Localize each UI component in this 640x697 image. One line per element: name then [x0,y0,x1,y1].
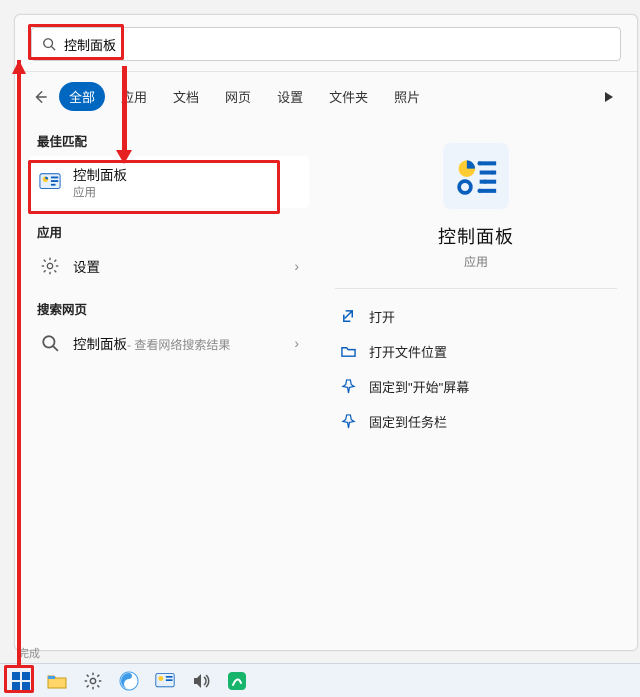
search-input[interactable] [64,37,610,52]
pin-icon [339,379,357,394]
control-panel-icon [39,171,61,193]
chevron-right-icon: › [294,335,299,351]
tab-apps[interactable]: 应用 [111,82,157,111]
control-panel-taskbar-button[interactable] [152,668,178,694]
web-result[interactable]: 控制面板 - 查看网络搜索结果 › [29,324,309,362]
sogou-icon [119,671,139,691]
web-result-subtitle: - 查看网络搜索结果 [127,336,230,353]
divider [335,288,617,289]
volume-icon [191,671,211,691]
tab-docs[interactable]: 文档 [163,82,209,111]
tab-all[interactable]: 全部 [59,82,105,111]
filter-tabs: 全部 应用 文档 网页 设置 文件夹 照片 [15,72,637,121]
tab-folders[interactable]: 文件夹 [319,82,378,111]
start-search-panel: 全部 应用 文档 网页 设置 文件夹 照片 最佳匹配 [14,14,638,651]
app-result-settings[interactable]: 设置 › [29,247,309,285]
section-apps: 应用 [29,216,309,247]
gear-icon [83,671,103,691]
search-box[interactable] [31,27,621,61]
app-button[interactable] [224,668,250,694]
results-left: 最佳匹配 控制面板 应用 应用 [15,121,315,650]
start-button[interactable] [8,668,34,694]
control-panel-big-icon [443,143,509,209]
back-button[interactable] [27,84,53,110]
app-icon [227,671,247,691]
section-best-match: 最佳匹配 [29,125,309,156]
action-pin-start-label: 固定到"开始"屏幕 [369,377,469,396]
search-icon [42,37,56,51]
folder-icon [47,671,67,691]
control-panel-icon [155,671,175,691]
action-open-location[interactable]: 打开文件位置 [335,334,617,369]
action-pin-start[interactable]: 固定到"开始"屏幕 [335,369,617,404]
file-explorer-button[interactable] [44,668,70,694]
action-open-label: 打开 [369,307,395,326]
best-match-subtitle: 应用 [73,184,127,200]
folder-icon [339,344,357,359]
best-match-result[interactable]: 控制面板 应用 [29,156,309,208]
taskbar [0,663,640,697]
details-pane: 控制面板 应用 打开 打开文件位置 固定到"开始"屏幕 [315,121,637,650]
results-body: 最佳匹配 控制面板 应用 应用 [15,121,637,650]
gear-icon [39,255,61,277]
action-open-location-label: 打开文件位置 [369,342,447,361]
tab-photos[interactable]: 照片 [384,82,430,111]
arrow-left-icon [33,90,47,104]
action-pin-taskbar-label: 固定到任务栏 [369,412,447,431]
open-icon [339,309,357,324]
details-title: 控制面板 [438,223,514,249]
pin-icon [339,414,357,429]
search-row [15,15,637,71]
status-text: 完成 [18,645,40,661]
more-filters-button[interactable] [599,84,625,110]
tab-web[interactable]: 网页 [215,82,261,111]
app-result-title: 设置 [73,256,100,276]
search-icon-small [39,332,61,354]
settings-taskbar-button[interactable] [80,668,106,694]
best-match-title: 控制面板 [73,164,127,184]
tab-settings[interactable]: 设置 [267,82,313,111]
action-pin-taskbar[interactable]: 固定到任务栏 [335,404,617,439]
volume-button[interactable] [188,668,214,694]
section-web: 搜索网页 [29,293,309,324]
action-open[interactable]: 打开 [335,299,617,334]
sogou-button[interactable] [116,668,142,694]
play-icon [605,92,613,102]
web-result-title: 控制面板 [73,333,127,353]
details-subtitle: 应用 [464,253,488,270]
windows-logo-icon [11,671,31,691]
chevron-right-icon: › [294,258,299,274]
